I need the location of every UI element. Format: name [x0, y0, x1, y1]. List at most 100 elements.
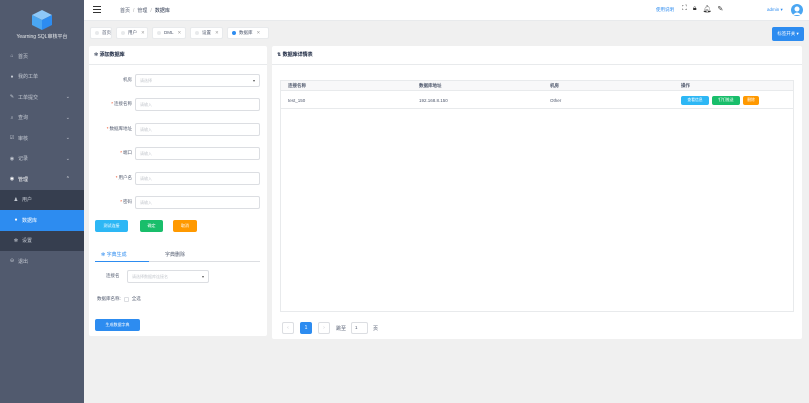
tag-item[interactable]: 用户 ✕: [116, 27, 148, 39]
field-label: 机房: [123, 77, 132, 82]
home-icon: ⌂: [10, 53, 14, 60]
view-info-button[interactable]: 查看信息: [681, 96, 709, 105]
fullscreen-icon[interactable]: ⛶: [682, 5, 687, 13]
edit-icon: ✎: [9, 94, 15, 101]
settings-icon: ✻: [13, 237, 19, 244]
table-header: 连接名称 数据库地址 机房 操作: [281, 81, 793, 91]
sidebar-item-label: 我的工单: [18, 74, 39, 81]
tag-item[interactable]: 数据库 ✕: [227, 27, 269, 39]
cancel-button[interactable]: 取消: [173, 220, 197, 232]
form-row: *端口 请输入: [89, 147, 267, 160]
chevron-icon: ⌄: [65, 135, 70, 141]
breadcrumb-item[interactable]: 管理: [137, 8, 147, 14]
sidebar-item-database[interactable]: ● 数据库: [0, 210, 84, 231]
cell-address: 192.168.8.150: [419, 98, 448, 103]
field-label: *密码: [120, 199, 132, 204]
tag-item[interactable]: DML ✕: [152, 27, 186, 39]
column-header: 操作: [681, 83, 690, 88]
database-details-panel: ⇅ 数据库详情表 连接名称 数据库地址 机房 操作 test_150 192.1…: [272, 46, 802, 339]
db-name-row: 数据库名称: 全选: [97, 296, 141, 302]
room-select[interactable]: 请选择 ▾: [135, 74, 260, 87]
sidebar-item-label: 记录: [18, 156, 29, 163]
user-dropdown[interactable]: admin ▾: [767, 7, 783, 13]
sidebar-item-home[interactable]: ⌂ 首页: [0, 46, 84, 67]
field-input[interactable]: 请输入: [135, 123, 260, 136]
cube-logo-icon: [32, 10, 52, 30]
next-page-button[interactable]: ›: [318, 322, 330, 334]
page-button[interactable]: 1: [300, 322, 312, 334]
form-row: *密码 请输入: [89, 196, 267, 209]
form-row: *用户名 请输入: [89, 172, 267, 185]
chevron-icon: ⌄: [65, 155, 70, 162]
close-icon[interactable]: ✕: [215, 30, 219, 35]
sidebar-item-label: 管理: [18, 176, 29, 183]
tag-nav-button[interactable]: 标签开关 ▾: [772, 27, 804, 41]
tab-dict-delete[interactable]: 字典删除: [165, 251, 185, 258]
sidebar-item-users[interactable]: ♟ 用户: [0, 189, 84, 210]
tag-label: 首页: [102, 30, 111, 35]
chevron-icon: ⌄: [65, 114, 70, 121]
form-row: *连接名称 请输入: [89, 98, 267, 111]
menu-toggle-icon[interactable]: [93, 6, 101, 13]
field-label: *端口: [120, 150, 132, 155]
breadcrumb: 首页 / 管理 / 数据库: [120, 8, 170, 14]
avatar[interactable]: [791, 4, 803, 16]
tag-label: 设置: [202, 30, 211, 35]
tag-item[interactable]: 首页: [90, 27, 112, 39]
close-icon[interactable]: ✕: [178, 30, 182, 35]
dingtalk-push-button[interactable]: 钉钉推送: [712, 96, 740, 105]
delete-button[interactable]: 删除: [743, 96, 759, 105]
conn-label: 连接名: [106, 273, 120, 278]
theme-icon[interactable]: ✎: [718, 5, 724, 13]
help-link[interactable]: 使用说明: [656, 7, 674, 13]
record-icon: ◉: [9, 155, 15, 162]
tab-dict-generate[interactable]: ✻ 字典生成: [101, 251, 127, 258]
audit-icon: ☑: [9, 135, 15, 142]
lock-icon[interactable]: 🔒︎: [693, 5, 697, 13]
bell-icon[interactable]: 🔔︎: [703, 5, 712, 13]
form-row: 机房 请选择 ▾: [89, 74, 267, 87]
tag-label: 数据库: [239, 30, 253, 35]
sidebar-item-label: 退出: [18, 258, 29, 265]
chevron-icon: ⌄: [65, 94, 70, 100]
user-icon: ●: [10, 73, 14, 80]
db-name-label: 数据库名称:: [97, 296, 121, 301]
tag-dot-icon: [232, 30, 236, 35]
tag-item[interactable]: 设置 ✕: [190, 27, 223, 39]
close-icon[interactable]: ✕: [257, 30, 261, 35]
confirm-button[interactable]: 确定: [140, 220, 163, 232]
breadcrumb-item[interactable]: 首页: [120, 8, 130, 14]
sidebar-item-edit[interactable]: ✎ 工单提交 ⌄: [0, 87, 84, 108]
sidebar-item-settings[interactable]: ✻ 设置: [0, 230, 84, 251]
column-header: 数据库地址: [419, 83, 442, 88]
test-connection-button[interactable]: 测试连接: [95, 220, 128, 232]
sidebar-item-record[interactable]: ◉ 记录 ⌄: [0, 149, 84, 170]
field-label: *用户名: [115, 175, 132, 180]
jump-input[interactable]: 1: [351, 322, 369, 334]
sidebar-item-logout[interactable]: ⊖ 退出: [0, 251, 84, 272]
table-row: test_150 192.168.8.150 Other 查看信息 钉钉推送 删…: [281, 92, 793, 109]
app-name: Yearning SQL审核平台: [16, 34, 68, 40]
sidebar-item-manage[interactable]: ◉ 管理 ⌃: [0, 169, 84, 190]
close-icon[interactable]: ✕: [141, 30, 145, 35]
generate-dictionary-button[interactable]: 生成数据字典: [95, 319, 140, 331]
field-input[interactable]: 请输入: [135, 98, 260, 111]
select-all-checkbox[interactable]: [123, 296, 129, 302]
logo[interactable]: Yearning SQL审核平台: [0, 0, 84, 46]
field-input[interactable]: 请输入: [135, 147, 260, 160]
prev-page-button[interactable]: ‹: [282, 322, 294, 334]
add-database-panel: ✻ 添加数据库 机房 请选择 ▾ *连接名称 请输入 *数据库地址 请输入 *端口 请输入 *用户…: [89, 46, 267, 336]
cell-name: test_150: [288, 98, 306, 103]
select-all-label[interactable]: 全选: [132, 296, 141, 302]
sidebar-item-audit[interactable]: ☑ 审核 ⌄: [0, 128, 84, 149]
sidebar-item-label: 数据库: [22, 217, 38, 224]
sidebar-item-search[interactable]: ⌕ 查询 ⌄: [0, 108, 84, 129]
field-input[interactable]: 请输入: [135, 196, 260, 209]
sidebar-item-user[interactable]: ● 我的工单: [0, 67, 84, 88]
conn-select[interactable]: 请选择数据库连接名 ▾: [127, 270, 209, 283]
conn-select-row: 连接名 请选择数据库连接名 ▾: [89, 270, 267, 283]
field-input[interactable]: 请输入: [135, 172, 260, 185]
tag-label: 用户: [128, 30, 137, 35]
sidebar-item-label: 工单提交: [18, 94, 39, 101]
sidebar-item-label: 设置: [22, 238, 33, 245]
